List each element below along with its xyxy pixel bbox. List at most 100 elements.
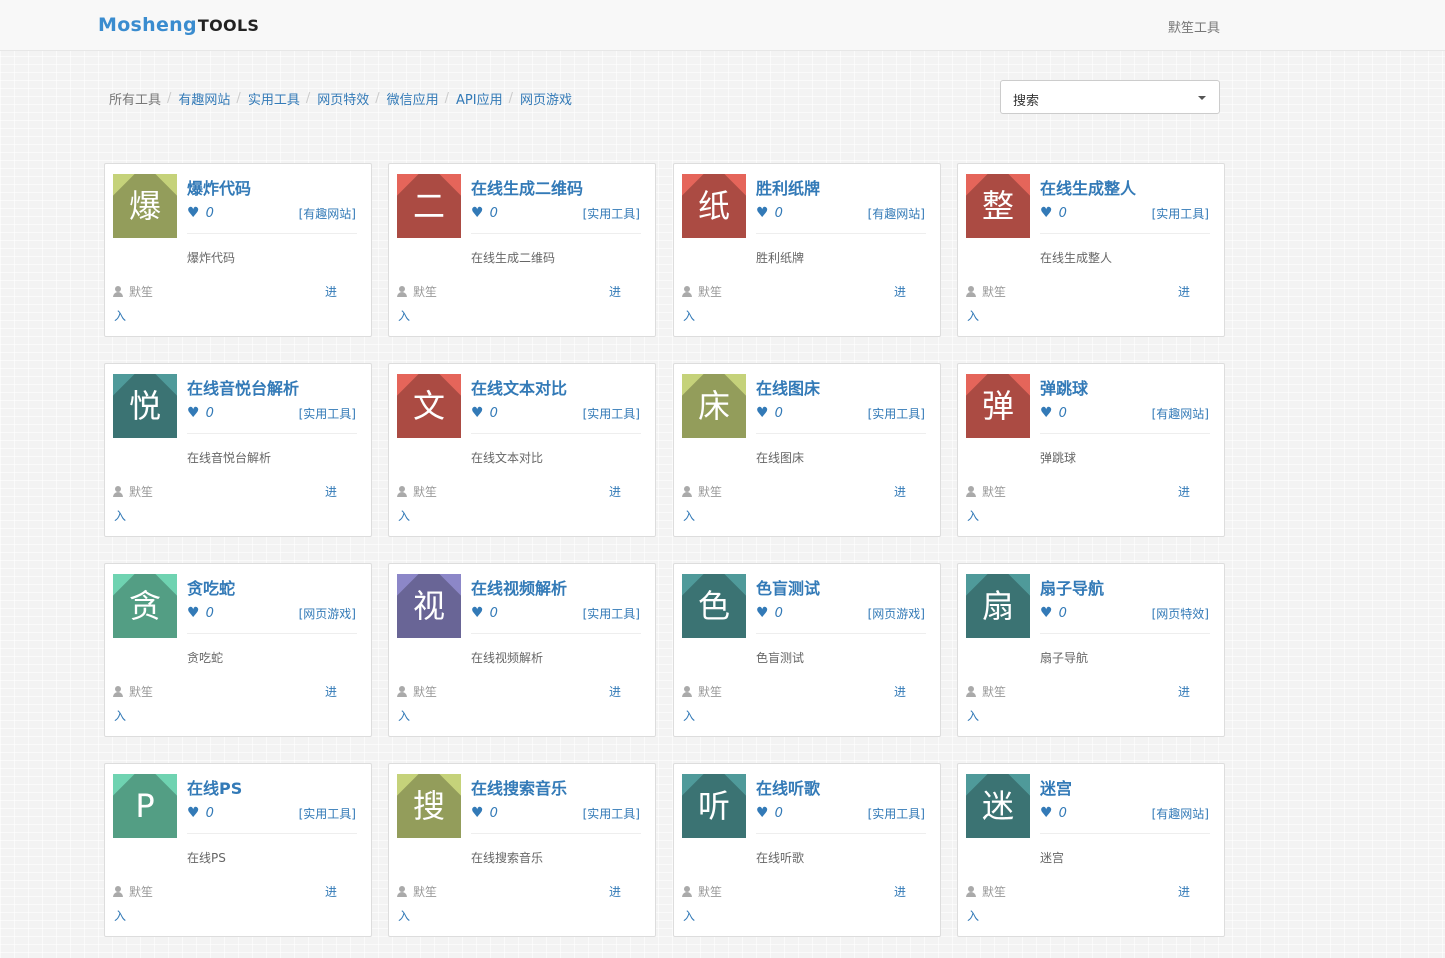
enter-button[interactable]: 进 [1178,283,1190,300]
site-logo[interactable]: MoshengTOOLS [98,14,259,36]
search-dropdown[interactable]: 搜索 [1000,80,1220,114]
category-tag-link[interactable]: [有趣网站] [299,205,356,222]
category-tag-link[interactable]: [实用工具] [1152,205,1209,222]
enter-button-wrap[interactable]: 入 [398,307,410,324]
enter-button-wrap[interactable]: 入 [398,507,410,524]
enter-button-wrap[interactable]: 入 [967,707,979,724]
enter-button[interactable]: 进 [609,283,621,300]
enter-button-wrap[interactable]: 入 [683,507,695,524]
like-count[interactable]: ♥ 0 [471,205,498,221]
enter-button[interactable]: 进 [1178,883,1190,900]
like-count[interactable]: ♥ 0 [187,205,214,221]
breadcrumb-link[interactable]: 网页游戏 [520,89,572,108]
like-count[interactable]: ♥ 0 [1040,205,1067,221]
like-count[interactable]: ♥ 0 [1040,805,1067,821]
tool-title-link[interactable]: 在线生成整人 [1040,175,1136,199]
enter-button[interactable]: 进 [894,483,906,500]
enter-button[interactable]: 进 [894,683,906,700]
category-tag-link[interactable]: [实用工具] [583,605,640,622]
tool-title-link[interactable]: 在线搜索音乐 [471,775,567,799]
enter-button[interactable]: 进 [609,683,621,700]
like-count[interactable]: ♥ 0 [756,205,783,221]
tool-title-link[interactable]: 迷宫 [1040,775,1072,799]
enter-button[interactable]: 进 [1178,683,1190,700]
enter-button[interactable]: 进 [325,683,337,700]
tool-title-link[interactable]: 爆炸代码 [187,175,251,199]
like-count[interactable]: ♥ 0 [1040,405,1067,421]
tool-title-link[interactable]: 弹跳球 [1040,375,1088,399]
category-tag-link[interactable]: [有趣网站] [1152,805,1209,822]
tool-title-link[interactable]: 在线文本对比 [471,375,567,399]
enter-button-wrap[interactable]: 入 [683,907,695,924]
enter-button-wrap[interactable]: 入 [114,707,126,724]
nav-brand-link[interactable]: 默笙工具 [1168,17,1220,36]
tool-icon-tile[interactable]: 贪 [113,574,177,638]
tool-title-link[interactable]: 在线图床 [756,375,820,399]
category-tag-link[interactable]: [实用工具] [583,805,640,822]
like-count[interactable]: ♥ 0 [471,605,498,621]
tool-title-link[interactable]: 贪吃蛇 [187,575,235,599]
tool-title-link[interactable]: 色盲测试 [756,575,820,599]
like-count[interactable]: ♥ 0 [187,805,214,821]
like-count[interactable]: ♥ 0 [756,405,783,421]
enter-button-wrap[interactable]: 入 [967,307,979,324]
enter-button-wrap[interactable]: 入 [114,507,126,524]
tool-icon-tile[interactable]: P [113,774,177,838]
enter-button[interactable]: 进 [894,283,906,300]
category-tag-link[interactable]: [网页游戏] [868,605,925,622]
enter-button-wrap[interactable]: 入 [683,307,695,324]
category-tag-link[interactable]: [有趣网站] [1152,405,1209,422]
tool-icon-tile[interactable]: 视 [397,574,461,638]
tool-title-link[interactable]: 在线视频解析 [471,575,567,599]
tool-title-link[interactable]: 在线生成二维码 [471,175,583,199]
like-count[interactable]: ♥ 0 [756,805,783,821]
tool-title-link[interactable]: 胜利纸牌 [756,175,820,199]
enter-button-wrap[interactable]: 入 [683,707,695,724]
breadcrumb-link[interactable]: API应用 [456,89,503,108]
enter-button[interactable]: 进 [325,283,337,300]
tool-icon-tile[interactable]: 扇 [966,574,1030,638]
like-count[interactable]: ♥ 0 [471,805,498,821]
enter-button-wrap[interactable]: 入 [967,907,979,924]
like-count[interactable]: ♥ 0 [1040,605,1067,621]
like-count[interactable]: ♥ 0 [756,605,783,621]
tool-icon-tile[interactable]: 听 [682,774,746,838]
breadcrumb-link[interactable]: 所有工具 [109,89,161,108]
tool-icon-tile[interactable]: 整 [966,174,1030,238]
breadcrumb-link[interactable]: 微信应用 [387,89,439,108]
category-tag-link[interactable]: [网页游戏] [299,605,356,622]
tool-title-link[interactable]: 在线PS [187,775,242,799]
enter-button-wrap[interactable]: 入 [114,307,126,324]
enter-button[interactable]: 进 [894,883,906,900]
enter-button[interactable]: 进 [325,883,337,900]
category-tag-link[interactable]: [网页特效] [1152,605,1209,622]
tool-icon-tile[interactable]: 迷 [966,774,1030,838]
category-tag-link[interactable]: [有趣网站] [868,205,925,222]
tool-icon-tile[interactable]: 床 [682,374,746,438]
tool-icon-tile[interactable]: 文 [397,374,461,438]
tool-icon-tile[interactable]: 色 [682,574,746,638]
breadcrumb-link[interactable]: 有趣网站 [178,89,230,108]
category-tag-link[interactable]: [实用工具] [583,405,640,422]
enter-button-wrap[interactable]: 入 [967,507,979,524]
enter-button[interactable]: 进 [609,883,621,900]
category-tag-link[interactable]: [实用工具] [583,205,640,222]
tool-icon-tile[interactable]: 爆 [113,174,177,238]
tool-icon-tile[interactable]: 纸 [682,174,746,238]
category-tag-link[interactable]: [实用工具] [299,405,356,422]
enter-button-wrap[interactable]: 入 [114,907,126,924]
tool-icon-tile[interactable]: 搜 [397,774,461,838]
like-count[interactable]: ♥ 0 [187,605,214,621]
category-tag-link[interactable]: [实用工具] [868,405,925,422]
category-tag-link[interactable]: [实用工具] [299,805,356,822]
enter-button[interactable]: 进 [609,483,621,500]
tool-icon-tile[interactable]: 弹 [966,374,1030,438]
category-tag-link[interactable]: [实用工具] [868,805,925,822]
tool-icon-tile[interactable]: 二 [397,174,461,238]
breadcrumb-link[interactable]: 实用工具 [248,89,300,108]
like-count[interactable]: ♥ 0 [187,405,214,421]
tool-title-link[interactable]: 在线音悦台解析 [187,375,299,399]
enter-button-wrap[interactable]: 入 [398,907,410,924]
tool-title-link[interactable]: 扇子导航 [1040,575,1104,599]
tool-icon-tile[interactable]: 悦 [113,374,177,438]
